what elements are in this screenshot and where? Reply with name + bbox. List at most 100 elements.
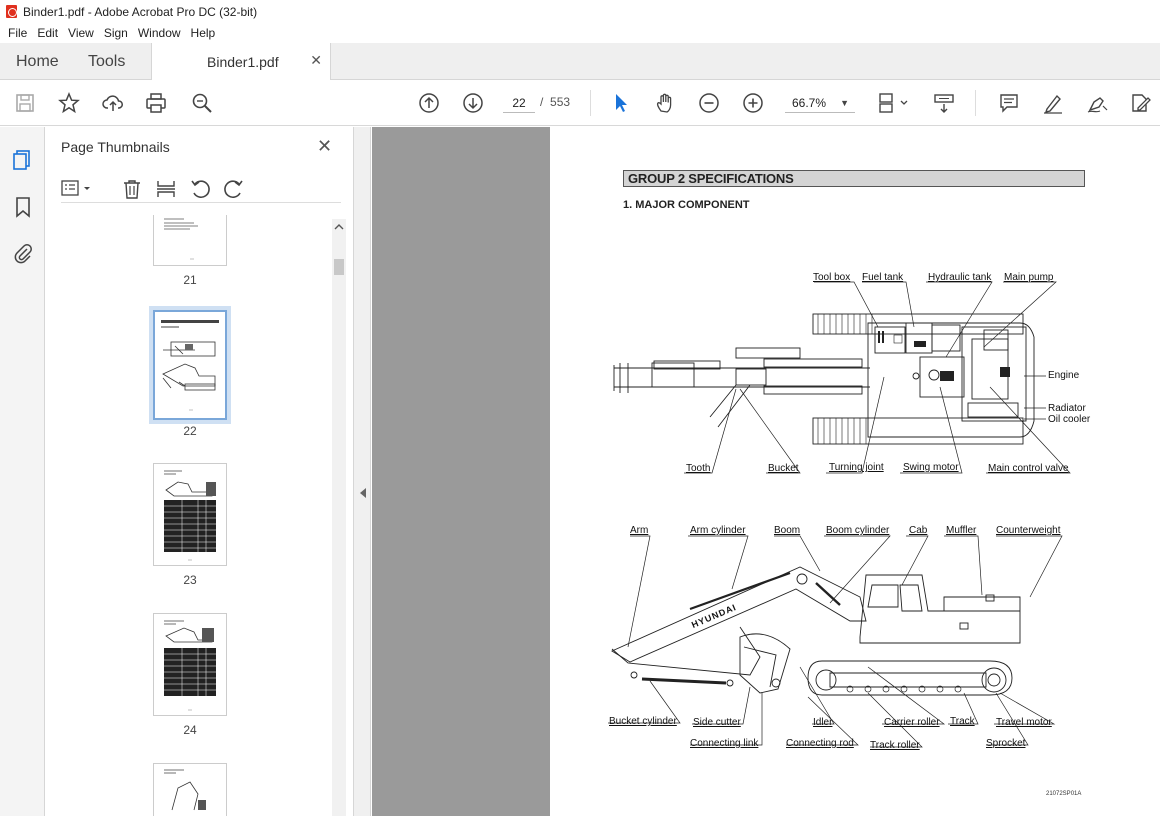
label-bucket: Bucket: [768, 463, 799, 474]
previous-page-icon[interactable]: [417, 91, 441, 115]
label-counterweight: Counterweight: [996, 525, 1061, 536]
zoom-level-select[interactable]: 66.7% ▼: [785, 93, 855, 113]
pdf-page: GROUP 2 SPECIFICATIONS 1. MAJOR COMPONEN…: [550, 127, 1160, 816]
label-tool-box: Tool box: [813, 272, 851, 283]
label-main-control-valve: Main control valve: [988, 463, 1069, 474]
label-connecting-link: Connecting link: [690, 738, 759, 749]
label-oil-cooler: Oil cooler: [1048, 414, 1091, 425]
title-bar: Binder1.pdf - Adobe Acrobat Pro DC (32-b…: [0, 0, 1160, 23]
page-count: / 553: [540, 95, 571, 109]
tab-bar: Home Tools Binder1.pdf ✕: [0, 43, 1160, 80]
thumbnail-label: 23: [183, 573, 197, 587]
next-page-icon[interactable]: [461, 91, 485, 115]
thumbnail-page[interactable]: [153, 613, 227, 716]
print-icon[interactable]: [144, 91, 168, 115]
thumbnails-panel: Page Thumbnails ✕ 21 22 23 24: [45, 127, 353, 816]
sign-pen-icon[interactable]: [1085, 91, 1109, 115]
tab-document-label: Binder1.pdf: [207, 54, 279, 70]
collapse-arrow-icon[interactable]: [359, 487, 367, 499]
select-cursor-icon[interactable]: [609, 91, 633, 115]
star-icon[interactable]: [57, 91, 81, 115]
acrobat-icon: [6, 5, 17, 18]
tab-tools[interactable]: Tools: [88, 53, 125, 71]
tab-document[interactable]: Binder1.pdf ✕: [151, 43, 331, 80]
page-number-input[interactable]: 22: [503, 93, 535, 113]
extract-page-icon[interactable]: [155, 178, 177, 200]
hand-tool-icon[interactable]: [653, 91, 677, 115]
zoom-search-icon[interactable]: [190, 91, 214, 115]
thumbnail-label: 22: [183, 424, 197, 438]
label-bucket-cylinder: Bucket cylinder: [609, 716, 677, 727]
label-connecting-rod: Connecting rod: [786, 738, 854, 749]
label-travel-motor: Travel motor: [996, 717, 1052, 728]
label-boom-cylinder: Boom cylinder: [826, 525, 890, 536]
label-radiator: Radiator: [1048, 403, 1086, 414]
panel-title: Page Thumbnails: [61, 139, 170, 155]
thumbnail-label: 21: [183, 273, 197, 287]
rotate-right-icon[interactable]: [223, 178, 245, 200]
menu-file[interactable]: File: [4, 26, 31, 40]
scroll-up-icon[interactable]: [334, 223, 344, 231]
label-idler: Idler: [813, 717, 833, 728]
thumbnail-tools: [61, 177, 341, 203]
menu-sign[interactable]: Sign: [100, 26, 132, 40]
main-toolbar: 22 / 553 66.7% ▼: [0, 80, 1160, 126]
edit-pdf-icon[interactable]: [1128, 91, 1152, 115]
thumbnail-label: 24: [183, 723, 197, 737]
label-carrier-roller: Carrier roller: [884, 717, 940, 728]
label-side-cutter: Side cutter: [693, 717, 741, 728]
panel-splitter[interactable]: [353, 127, 371, 816]
page-fit-icon[interactable]: [876, 91, 912, 115]
menu-help[interactable]: Help: [187, 26, 220, 40]
document-viewer[interactable]: GROUP 2 SPECIFICATIONS 1. MAJOR COMPONEN…: [372, 127, 1160, 816]
comment-icon[interactable]: [997, 91, 1021, 115]
label-engine: Engine: [1048, 370, 1080, 381]
tab-home[interactable]: Home: [16, 53, 59, 71]
close-panel-icon[interactable]: ✕: [317, 136, 332, 157]
highlight-pen-icon[interactable]: [1041, 91, 1065, 115]
label-boom: Boom: [774, 525, 801, 536]
save-icon[interactable]: [13, 91, 37, 115]
label-arm: Arm: [630, 525, 649, 536]
label-swing-motor: Swing motor: [903, 462, 959, 473]
toolbar-divider: [975, 90, 976, 116]
zoom-out-icon[interactable]: [697, 91, 721, 115]
thumbnail-page[interactable]: [153, 463, 227, 566]
thumbnail-list: 21 22 23 24: [45, 215, 335, 816]
menu-edit[interactable]: Edit: [33, 26, 62, 40]
attachment-icon[interactable]: [11, 241, 35, 265]
label-fuel-tank: Fuel tank: [862, 272, 904, 283]
menu-bar: File Edit View Sign Window Help: [0, 23, 1160, 43]
window-title: Binder1.pdf - Adobe Acrobat Pro DC (32-b…: [23, 4, 258, 19]
label-turning-joint: Turning joint: [829, 462, 884, 473]
thumbnail-page[interactable]: [153, 215, 227, 266]
bookmark-icon[interactable]: [11, 195, 35, 219]
label-muffler: Muffler: [946, 525, 977, 536]
options-menu-icon[interactable]: [61, 179, 95, 199]
label-track-roller: Track roller: [870, 740, 920, 751]
toolbar-divider: [590, 90, 591, 116]
label-tooth: Tooth: [686, 463, 711, 474]
label-arm-cylinder: Arm cylinder: [690, 525, 746, 536]
upload-cloud-icon[interactable]: [101, 91, 125, 115]
zoom-level-value: 66.7%: [792, 96, 827, 110]
close-tab-icon[interactable]: ✕: [310, 52, 322, 69]
page-thumbnails-icon[interactable]: [11, 147, 35, 171]
label-sprocket: Sprocket: [986, 738, 1026, 749]
scrollbar-thumb[interactable]: [334, 259, 344, 275]
label-track: Track: [950, 716, 975, 727]
zoom-in-icon[interactable]: [741, 91, 765, 115]
thumbnail-scrollbar[interactable]: [332, 219, 346, 816]
chevron-down-icon: ▼: [840, 98, 849, 108]
figure-code: 21072SP01A: [1046, 791, 1082, 797]
delete-page-icon[interactable]: [121, 178, 143, 200]
scroll-mode-icon[interactable]: [932, 91, 956, 115]
label-cab: Cab: [909, 525, 928, 536]
label-main-pump: Main pump: [1004, 272, 1054, 283]
thumbnail-page[interactable]: [153, 763, 227, 816]
menu-view[interactable]: View: [64, 26, 98, 40]
menu-window[interactable]: Window: [134, 26, 185, 40]
thumbnail-page-selected[interactable]: [149, 306, 231, 424]
rotate-left-icon[interactable]: [189, 178, 211, 200]
label-hydraulic-tank: Hydraulic tank: [928, 272, 992, 283]
